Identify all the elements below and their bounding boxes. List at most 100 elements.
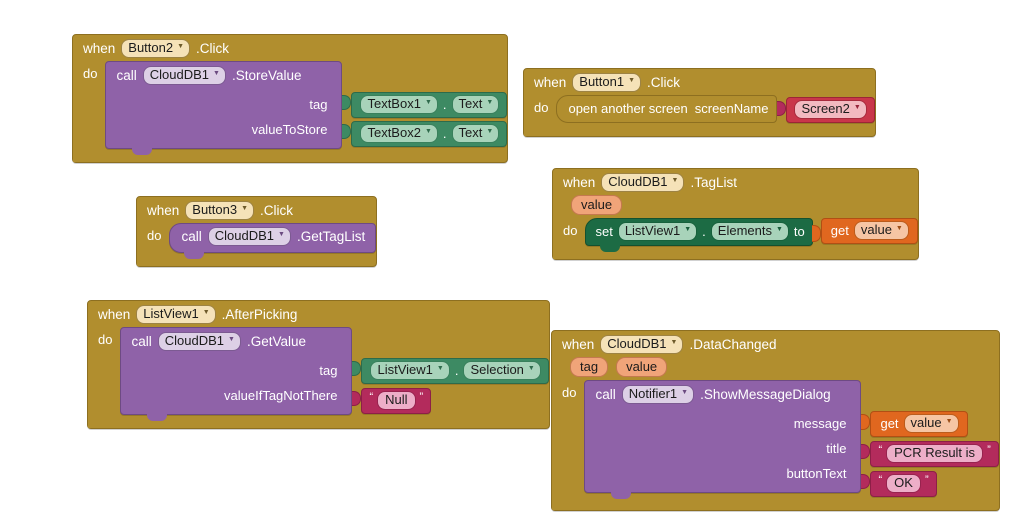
arg-label-screenname: screenName: [695, 100, 769, 117]
event-parameters: tag value: [552, 357, 999, 380]
blocks-canvas[interactable]: when Button2 ▼ .Click do call CloudDB1: [0, 0, 1024, 514]
component-dropdown-button1[interactable]: Button1 ▼: [572, 73, 641, 92]
chevron-down-icon: ▼: [896, 221, 903, 237]
component-dropdown-button2[interactable]: Button2 ▼: [121, 39, 190, 58]
statement-notch: [132, 147, 152, 155]
block-listview1-afterpicking[interactable]: when ListView1 ▼ .AfterPicking do call C…: [87, 300, 550, 429]
event-block-when[interactable]: when Button3 ▼ .Click do call CloudDB1 ▼: [136, 196, 377, 267]
text-value[interactable]: PCR Result is: [886, 444, 983, 463]
event-block-when[interactable]: when CloudDB1 ▼ .TagList value do set Li…: [552, 168, 919, 260]
text-string-block-title[interactable]: “ PCR Result is ”: [870, 441, 998, 467]
event-block-when[interactable]: when CloudDB1 ▼ .DataChanged tag value d…: [551, 330, 1000, 511]
getter-textbox1-text[interactable]: TextBox1 ▼ . Text ▼: [351, 92, 507, 118]
arg-label-valueiftagnotthere: valueIfTagNotThere: [224, 387, 341, 404]
component-dropdown-textbox2[interactable]: TextBox2 ▼: [360, 124, 437, 143]
variable-dropdown-value[interactable]: value ▼: [854, 221, 909, 240]
text-string-block-null[interactable]: “ Null ”: [361, 388, 431, 414]
event-param-value[interactable]: value: [616, 357, 667, 377]
call-method-name: .GetValue: [247, 333, 306, 350]
statement-notch: [184, 251, 204, 259]
block-clouddb1-taglist[interactable]: when CloudDB1 ▼ .TagList value do set Li…: [552, 168, 919, 260]
component-name: Notifier1: [629, 386, 677, 402]
chevron-down-icon: ▼: [228, 332, 235, 348]
attached-values: ListView1 ▼ . Selection ▼: [352, 327, 548, 414]
text-value[interactable]: OK: [886, 474, 921, 493]
block-clouddb1-datachanged[interactable]: when CloudDB1 ▼ .DataChanged tag value d…: [551, 330, 1000, 511]
component-dropdown-textbox1[interactable]: TextBox1 ▼: [360, 95, 437, 114]
chevron-down-icon: ▼: [946, 414, 953, 430]
chevron-down-icon: ▼: [628, 73, 635, 89]
event-do-body: do open another screen screenName Screen…: [524, 95, 875, 123]
arg-row-buttontext: buttonText: [595, 465, 850, 482]
socket-plug: [352, 388, 361, 407]
call-block-getvalue[interactable]: call CloudDB1 ▼ .GetValue tag valueIfTag…: [120, 327, 352, 415]
dot-separator: .: [702, 223, 706, 240]
event-do-body: do set ListView1 ▼ . Elements ▼ to: [553, 218, 918, 246]
socket-plug: [813, 222, 822, 241]
block-button2-click[interactable]: when Button2 ▼ .Click do call CloudDB1: [72, 34, 508, 163]
variable-name: value: [861, 222, 892, 238]
property-dropdown-text[interactable]: Text ▼: [452, 124, 500, 143]
text-string-block-buttontext[interactable]: “ OK ”: [870, 471, 936, 497]
when-keyword: when: [98, 306, 130, 323]
chevron-down-icon: ▼: [437, 361, 444, 377]
when-keyword: when: [83, 40, 115, 57]
getter-textbox2-text[interactable]: TextBox2 ▼ . Text ▼: [351, 121, 507, 147]
event-footer: [524, 123, 684, 136]
call-block-showmessagedialog[interactable]: call Notifier1 ▼ .ShowMessageDialog mess…: [584, 380, 861, 493]
component-name: Button1: [579, 74, 624, 90]
arg-row-valueiftagnotthere: valueIfTagNotThere: [131, 387, 341, 404]
do-label: do: [98, 327, 120, 348]
component-dropdown-notifier1[interactable]: Notifier1 ▼: [622, 385, 694, 404]
event-block-when[interactable]: when ListView1 ▼ .AfterPicking do call C…: [87, 300, 550, 429]
event-block-when[interactable]: when Button1 ▼ .Click do open another sc…: [523, 68, 876, 137]
component-name: ListView1: [625, 223, 680, 239]
chevron-down-icon: ▼: [213, 66, 220, 82]
call-block-storevalue[interactable]: call CloudDB1 ▼ .StoreValue tag valueToS…: [105, 61, 342, 149]
event-do-body: do call CloudDB1 ▼ .GetTagList: [137, 223, 376, 253]
component-dropdown-clouddb1[interactable]: CloudDB1 ▼: [208, 227, 291, 246]
variable-dropdown-value[interactable]: value ▼: [904, 414, 959, 433]
event-param-value[interactable]: value: [571, 195, 622, 215]
event-param-tag[interactable]: tag: [570, 357, 608, 377]
property-dropdown-elements[interactable]: Elements ▼: [711, 222, 789, 241]
event-header: when Button3 ▼ .Click: [137, 197, 376, 223]
component-name: CloudDB1: [150, 67, 209, 83]
call-block-gettaglist[interactable]: call CloudDB1 ▼ .GetTagList: [169, 223, 376, 253]
to-keyword: to: [794, 223, 805, 240]
component-dropdown-listview1[interactable]: ListView1 ▼: [370, 361, 449, 380]
event-do-body: do call CloudDB1 ▼ .StoreValue tag: [73, 61, 507, 149]
variable-name: value: [911, 415, 942, 431]
screen-dropdown-screen2[interactable]: Screen2 ▼: [794, 100, 866, 119]
open-another-screen-block[interactable]: open another screen screenName: [556, 95, 777, 123]
do-label: do: [83, 61, 105, 82]
component-dropdown-clouddb1[interactable]: CloudDB1 ▼: [601, 173, 684, 192]
event-block-when[interactable]: when Button2 ▼ .Click do call CloudDB1: [72, 34, 508, 163]
property-dropdown-selection[interactable]: Selection ▼: [463, 361, 540, 380]
variable-getter-value[interactable]: get value ▼: [870, 411, 967, 437]
screen-block-screen2[interactable]: Screen2 ▼: [786, 97, 874, 123]
event-header: when ListView1 ▼ .AfterPicking: [88, 301, 549, 327]
component-name: Button3: [192, 202, 237, 218]
setter-listview1-elements[interactable]: set ListView1 ▼ . Elements ▼ to: [585, 218, 812, 246]
open-quote: “: [878, 445, 882, 456]
get-keyword: get: [831, 222, 849, 239]
component-dropdown-listview1[interactable]: ListView1 ▼: [618, 222, 697, 241]
event-method-name: .Click: [196, 40, 229, 57]
dot-separator: .: [443, 97, 447, 112]
component-dropdown-clouddb1[interactable]: CloudDB1 ▼: [158, 332, 241, 351]
block-button1-click[interactable]: when Button1 ▼ .Click do open another sc…: [523, 68, 876, 137]
event-do-body: do call Notifier1 ▼ .ShowMessageDialog: [552, 380, 999, 497]
block-button3-click[interactable]: when Button3 ▼ .Click do call CloudDB1 ▼: [136, 196, 377, 267]
text-value[interactable]: Null: [377, 391, 415, 410]
component-dropdown-listview1[interactable]: ListView1 ▼: [136, 305, 215, 324]
variable-getter-value[interactable]: get value ▼: [821, 218, 918, 244]
arg-label-tag: tag: [309, 96, 331, 113]
getter-listview1-selection[interactable]: ListView1 ▼ . Selection ▼: [361, 358, 548, 384]
event-footer: [88, 415, 288, 428]
close-quote: ”: [420, 392, 424, 403]
component-dropdown-clouddb1[interactable]: CloudDB1 ▼: [600, 335, 683, 354]
component-dropdown-button3[interactable]: Button3 ▼: [185, 201, 254, 220]
component-dropdown-clouddb1[interactable]: CloudDB1 ▼: [143, 66, 226, 85]
property-dropdown-text[interactable]: Text ▼: [452, 95, 500, 114]
